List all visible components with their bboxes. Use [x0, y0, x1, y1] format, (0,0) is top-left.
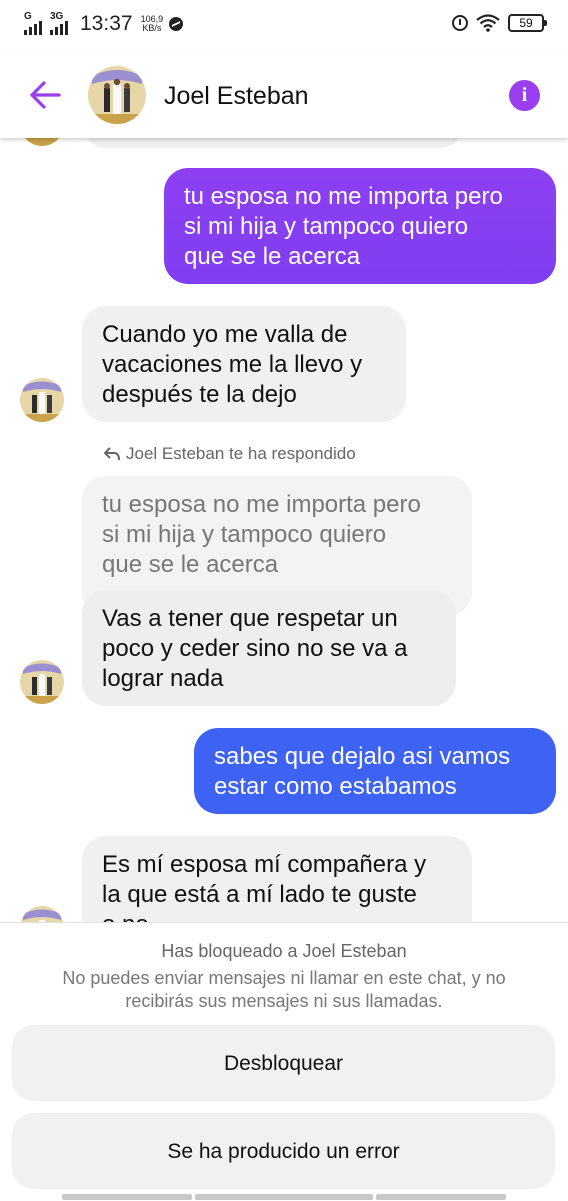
- avatar-photo-icon: [20, 660, 64, 704]
- contact-avatar[interactable]: [88, 66, 146, 124]
- nav-indicator: [62, 1194, 192, 1200]
- avatar-photo-icon: [20, 378, 64, 422]
- reply-arrow-icon: [104, 447, 120, 461]
- message-bubble-incoming[interactable]: Vas a tener que respetar un poco y ceder…: [82, 590, 456, 706]
- clock: 13:37: [80, 12, 133, 35]
- avatar-photo-icon: [20, 138, 64, 146]
- contact-avatar-small[interactable]: [20, 906, 64, 922]
- battery-icon: 59: [508, 14, 547, 32]
- error-button[interactable]: Se ha producido un error: [12, 1113, 555, 1189]
- nav-indicator: [195, 1194, 373, 1200]
- avatar-photo-icon: [88, 66, 146, 124]
- signal-icon: 3G: [50, 11, 74, 35]
- nav-indicator: [376, 1194, 506, 1200]
- blocked-notice-panel: Has bloqueado a Joel Esteban No puedes e…: [0, 922, 568, 1201]
- message-line: si mi hija y tampoco quiero: [184, 213, 469, 240]
- message-line: lograr nada: [102, 665, 224, 692]
- blocked-description: No puedes enviar mensajes ni llamar en e…: [62, 968, 506, 1011]
- message-line: poco y ceder sino no se va a: [102, 635, 408, 662]
- message-line: que se le acerca: [184, 243, 361, 270]
- quoted-line: que se le acerca: [102, 551, 279, 578]
- info-icon[interactable]: i: [509, 80, 540, 111]
- wifi-icon: [476, 14, 500, 32]
- message-list[interactable]: tu esposa no me importa pero si mi hija …: [0, 138, 568, 922]
- signal-icon: G: [24, 11, 46, 35]
- message-line: después te la dejo: [102, 381, 297, 408]
- message-line: estar como estabamos: [214, 773, 457, 800]
- message-line: Vas a tener que respetar un: [102, 605, 398, 632]
- message-bubble-outgoing[interactable]: tu esposa no me importa pero si mi hija …: [164, 168, 556, 284]
- message-line: tu esposa no me importa pero: [184, 183, 503, 210]
- quoted-line: tu esposa no me importa pero: [102, 491, 421, 518]
- message-line: Es mí esposa mí compañera y: [102, 851, 427, 878]
- contact-avatar-small[interactable]: [20, 660, 64, 704]
- message-line: Cuando yo me valla de: [102, 321, 348, 348]
- back-arrow-icon[interactable]: [28, 80, 62, 110]
- reply-indicator: Joel Esteban te ha respondido: [104, 444, 356, 464]
- contact-name[interactable]: Joel Esteban: [164, 82, 309, 111]
- network-speed: 106,9 KB/s: [141, 15, 164, 33]
- message-bubble-outgoing[interactable]: sabes que dejalo asi vamos estar como es…: [194, 728, 556, 814]
- message-line: la que está a mí lado te guste: [102, 881, 417, 908]
- blocked-title: Has bloqueado a Joel Esteban: [161, 941, 407, 961]
- unblock-button[interactable]: Desbloquear: [12, 1025, 555, 1101]
- message-bubble-incoming[interactable]: Es mí esposa mí compañera y la que está …: [82, 836, 472, 922]
- alarm-icon: [452, 15, 468, 31]
- chat-header: Joel Esteban i: [0, 52, 568, 138]
- status-bar: G 3G 13:37 106,9 KB/s 59: [0, 0, 568, 52]
- message-bubble-incoming[interactable]: Cuando yo me valla de vacaciones me la l…: [82, 306, 406, 422]
- reply-label-text: Joel Esteban te ha respondido: [126, 444, 356, 463]
- avatar-photo-icon: [20, 906, 64, 922]
- message-line: o no: [102, 910, 452, 922]
- message-line: sabes que dejalo asi vamos: [214, 743, 511, 770]
- battery-level: 59: [519, 16, 533, 30]
- messenger-notification-icon: [169, 17, 184, 31]
- message-line: vacaciones me la llevo y: [102, 351, 363, 378]
- message-bubble-incoming[interactable]: [82, 138, 464, 148]
- quoted-line: si mi hija y tampoco quiero: [102, 521, 387, 548]
- speed-unit: KB/s: [142, 23, 162, 33]
- contact-avatar-small[interactable]: [20, 378, 64, 422]
- contact-avatar-small[interactable]: [20, 138, 64, 146]
